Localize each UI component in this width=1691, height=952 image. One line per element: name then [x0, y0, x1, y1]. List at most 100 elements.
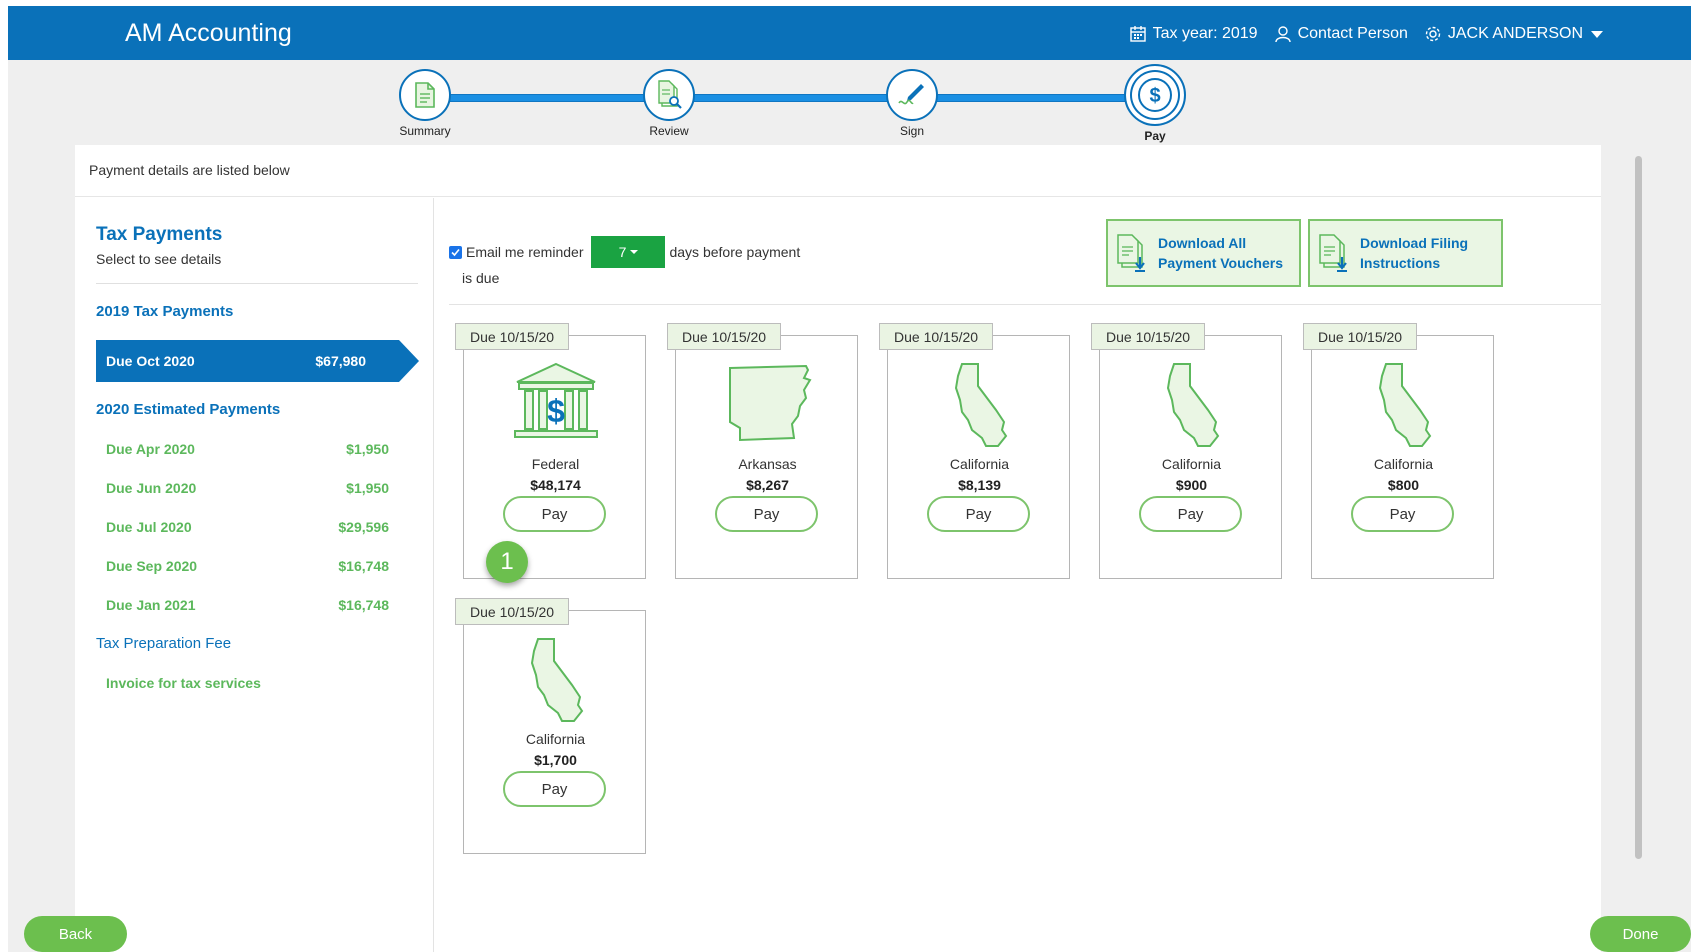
caret-down-icon: [630, 250, 639, 254]
card-name: California: [1161, 456, 1222, 472]
california-map-icon: [1100, 360, 1283, 450]
sidebar-title: Tax Payments: [96, 224, 223, 245]
back-button[interactable]: Back: [24, 916, 127, 952]
email-reminder-checkbox[interactable]: [449, 245, 462, 259]
sidebar-item-label: Due Jul 2020: [106, 519, 192, 535]
calendar-icon: [1129, 26, 1146, 42]
sidebar-item-due-jan-2021[interactable]: Due Jan 2021 $16,748: [106, 597, 389, 613]
sidebar-item-label: Due Sep 2020: [106, 558, 198, 574]
sidebar-item-amount: $29,596: [338, 519, 389, 535]
contact-person-link[interactable]: Contact Person: [1274, 25, 1408, 43]
dollar-icon: $: [1124, 64, 1186, 126]
app-frame: AM Accounting Tax year: 2019 Contact Per…: [8, 6, 1691, 952]
download-document-icon: [1319, 234, 1347, 272]
email-reminder: Email me reminder 7 days before payment: [449, 236, 800, 268]
step-summary[interactable]: Summary: [393, 69, 457, 138]
sidebar-item-due-jun-2020[interactable]: Due Jun 2020 $1,950: [106, 480, 389, 496]
vertical-scrollbar[interactable]: [1635, 156, 1642, 859]
payment-card-california: Due 10/15/20 California $800 Pay: [1303, 323, 1495, 579]
sidebar-item-amount: $1,950: [346, 441, 389, 457]
step-label: Pay: [1144, 129, 1166, 143]
top-bar: AM Accounting Tax year: 2019 Contact Per…: [8, 6, 1691, 60]
california-map-icon: [1312, 360, 1495, 450]
due-date-tag: Due 10/15/20: [667, 323, 782, 350]
person-icon: [1274, 26, 1291, 43]
sidebar-item-invoice[interactable]: Invoice for tax services: [106, 675, 389, 691]
card-name: California: [1373, 456, 1434, 472]
download-instructions-line1: Download Filing: [1360, 235, 1469, 251]
download-vouchers-label: Download All Payment Vouchers: [1158, 233, 1283, 273]
step-pay[interactable]: $ Pay: [1123, 64, 1187, 143]
download-payment-vouchers-button[interactable]: Download All Payment Vouchers: [1106, 219, 1301, 287]
gear-icon: [1425, 26, 1441, 42]
sidebar-item-amount: $16,748: [338, 558, 389, 574]
arkansas-map-icon: [676, 360, 859, 450]
step-review[interactable]: Review: [637, 69, 701, 138]
payment-card-arkansas: Due 10/15/20 Arkansas $8,267 Pay: [667, 323, 859, 579]
group-2020-estimated-payments: 2020 Estimated Payments: [96, 401, 281, 418]
step-sign[interactable]: Sign: [880, 69, 944, 138]
card-amount: $1,700: [534, 752, 577, 768]
svg-text:$: $: [547, 393, 565, 429]
pay-button[interactable]: Pay: [715, 496, 818, 532]
sidebar-item-due-apr-2020[interactable]: Due Apr 2020 $1,950: [106, 441, 389, 457]
payment-card-federal: Due 10/15/20 $ Federal $48,174 Pay: [455, 323, 647, 579]
download-vouchers-line2: Payment Vouchers: [1158, 255, 1284, 271]
svg-text:$: $: [1149, 85, 1160, 107]
payment-card-california: Due 10/15/20 California $8,139 Pay: [879, 323, 1070, 579]
app-root: AM Accounting Tax year: 2019 Contact Per…: [0, 0, 1691, 952]
pay-button[interactable]: Pay: [927, 496, 1030, 532]
card-amount: $8,139: [958, 477, 1001, 493]
group-2019-tax-payments: 2019 Tax Payments: [96, 303, 234, 320]
payment-card-california: Due 10/15/20 California $1,700 Pay: [455, 598, 647, 854]
sidebar-item-label: Due Oct 2020: [106, 353, 195, 369]
tax-year-selector[interactable]: Tax year: 2019: [1129, 25, 1258, 43]
tax-payments-sidebar: Tax Payments Select to see details 2019 …: [75, 198, 434, 952]
pay-button[interactable]: Pay: [1351, 496, 1454, 532]
sidebar-item-label: Invoice for tax services: [106, 675, 261, 691]
due-date-tag: Due 10/15/20: [1303, 323, 1418, 350]
federal-bank-icon: $: [464, 360, 647, 450]
step-label: Summary: [399, 124, 451, 138]
download-document-icon: [1117, 234, 1145, 272]
contact-person-label: Contact Person: [1297, 25, 1408, 42]
due-date-tag: Due 10/15/20: [1091, 323, 1206, 350]
reminder-days-value: 7: [618, 244, 627, 260]
panel-header: Payment details are listed below: [75, 145, 1601, 197]
stepper-progress-line: [450, 94, 1140, 102]
sidebar-item-label: Due Apr 2020: [106, 441, 195, 457]
card-amount: $8,267: [746, 477, 789, 493]
summary-document-icon: [399, 69, 451, 121]
sidebar-item-due-jul-2020[interactable]: Due Jul 2020 $29,596: [106, 519, 389, 535]
california-map-icon: [464, 635, 647, 725]
download-instructions-label: Download Filing Instructions: [1360, 233, 1468, 273]
card-amount: $900: [1175, 477, 1208, 493]
review-document-icon: [643, 69, 695, 121]
sidebar-item-amount: $67,980: [315, 353, 366, 369]
step-marker-badge: 1: [486, 541, 528, 583]
sidebar-item-due-oct-2020[interactable]: Due Oct 2020 $67,980: [96, 340, 419, 382]
done-button[interactable]: Done: [1590, 916, 1691, 952]
sidebar-divider: [96, 283, 418, 284]
reminder-suffix: days before payment: [669, 244, 801, 260]
step-label: Sign: [899, 124, 925, 138]
user-menu[interactable]: JACK ANDERSON: [1424, 25, 1603, 43]
step-label: Review: [649, 124, 689, 138]
due-date-tag: Due 10/15/20: [879, 323, 994, 350]
download-vouchers-line1: Download All: [1158, 235, 1247, 251]
download-instructions-line2: Instructions: [1360, 255, 1441, 271]
pay-button[interactable]: Pay: [1139, 496, 1242, 532]
card-name: Federal: [531, 456, 580, 472]
top-menu: Tax year: 2019 Contact Person JACK ANDER…: [1129, 25, 1603, 43]
due-date-tag: Due 10/15/20: [455, 598, 570, 625]
brand-title: AM Accounting: [125, 19, 292, 47]
progress-stepper: Summary Review Sign $ Pay: [8, 60, 1691, 150]
payments-content: Email me reminder 7 days before payment …: [435, 198, 1601, 952]
download-filing-instructions-button[interactable]: Download Filing Instructions: [1308, 219, 1503, 287]
reminder-days-dropdown[interactable]: 7: [591, 236, 666, 268]
pay-button[interactable]: Pay: [503, 496, 606, 532]
sidebar-item-due-sep-2020[interactable]: Due Sep 2020 $16,748: [106, 558, 389, 574]
sidebar-item-label: Due Jan 2021: [106, 597, 196, 613]
pay-button[interactable]: Pay: [503, 771, 606, 807]
card-name: Arkansas: [738, 456, 797, 472]
